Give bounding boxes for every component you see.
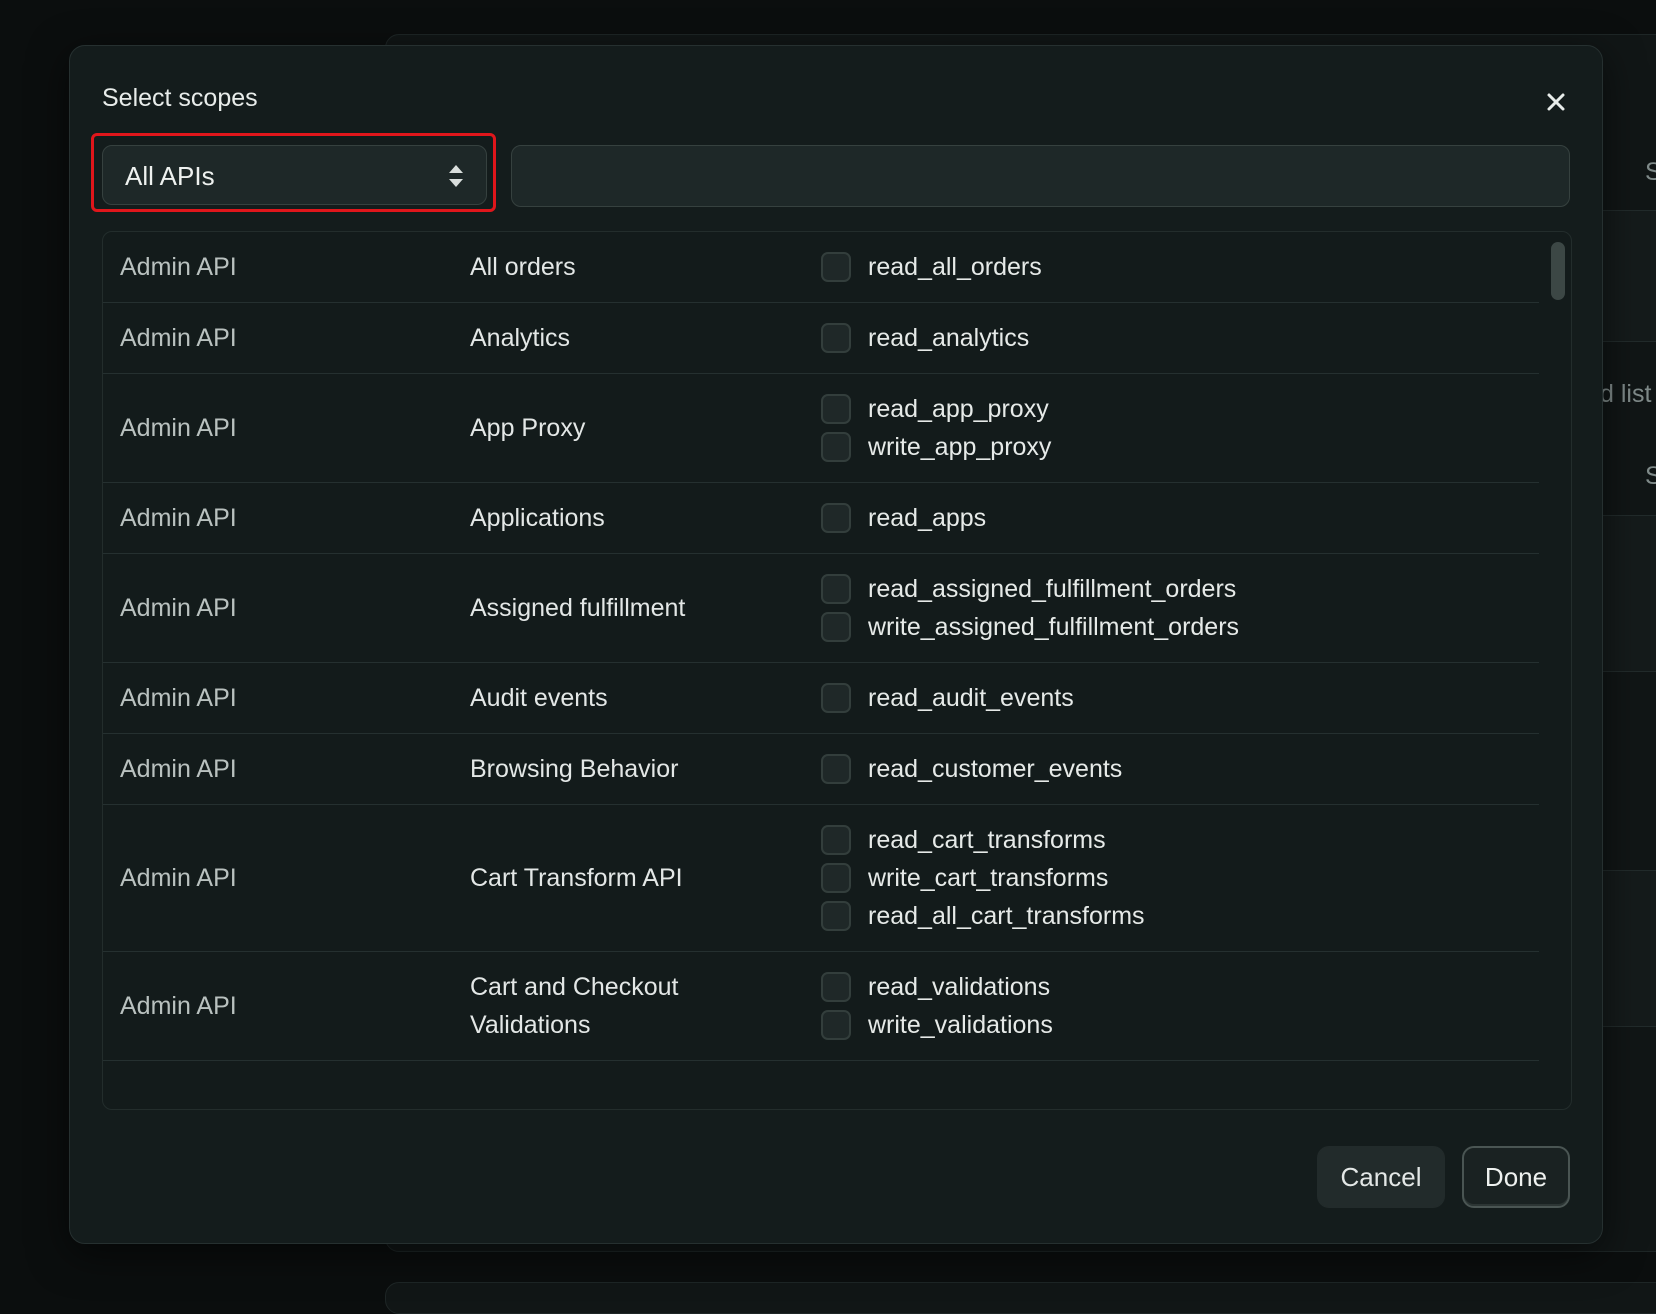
scope-checkbox[interactable] [821, 574, 851, 604]
scope-list: read_assigned_fulfillment_orders write_as… [821, 570, 1239, 646]
table-row: Admin API Applications read_apps [103, 483, 1539, 554]
api-cell: Admin API [120, 683, 237, 712]
scope-label: read_assigned_fulfillment_orders [868, 574, 1237, 603]
scope-option[interactable]: read_assigned_fulfillment_orders [821, 570, 1239, 608]
scope-group-name: Audit events [470, 684, 608, 712]
scope-option[interactable]: read_analytics [821, 319, 1029, 357]
table-row: Admin API Browsing Behavior read_customer_… [103, 734, 1539, 805]
scope-list: read_app_proxy write_app_proxy [821, 390, 1051, 466]
scopes-table: Admin API All orders read_all_orders Admin … [102, 231, 1572, 1110]
scope-label: read_apps [868, 503, 987, 532]
table-row: Admin API Assigned fulfillment read_assign… [103, 554, 1539, 663]
scope-option[interactable]: write_assigned_fulfillment_orders [821, 608, 1239, 646]
scope-group-name: Analytics [470, 324, 571, 352]
background-text: S [1645, 158, 1656, 186]
background-card [1600, 515, 1656, 672]
background-card [1600, 870, 1656, 1027]
scope-label: read_customer_events [868, 754, 1123, 783]
scope-group-name: Cart and Checkout Validations [470, 973, 679, 1039]
scope-group-name: Cart Transform API [470, 864, 683, 892]
scope-list: read_cart_transforms write_cart_transform… [821, 821, 1145, 935]
api-cell: Admin API [120, 991, 237, 1020]
scope-option[interactable]: read_cart_transforms [821, 821, 1145, 859]
scope-checkbox[interactable] [821, 683, 851, 713]
api-cell: Admin API [120, 252, 237, 281]
api-cell: Admin API [120, 754, 237, 783]
scopes-table-body: Admin API All orders read_all_orders Admin … [103, 232, 1539, 1061]
background-page-lower [385, 1282, 1656, 1314]
scope-checkbox[interactable] [821, 612, 851, 642]
scope-option[interactable]: read_all_orders [821, 248, 1042, 286]
scope-checkbox[interactable] [821, 901, 851, 931]
scope-checkbox[interactable] [821, 754, 851, 784]
scope-option[interactable]: write_app_proxy [821, 428, 1051, 466]
scope-search-input[interactable] [511, 145, 1570, 207]
scope-label: read_cart_transforms [868, 825, 1106, 854]
api-cell: Admin API [120, 413, 237, 442]
up-down-arrows-icon [449, 165, 463, 187]
scope-label: write_app_proxy [868, 432, 1052, 461]
scope-option[interactable]: read_all_cart_transforms [821, 897, 1145, 935]
scope-label: read_analytics [868, 323, 1030, 352]
scope-list: read_apps [821, 499, 986, 537]
table-row: Admin API Audit events read_audit_events [103, 663, 1539, 734]
scope-checkbox[interactable] [821, 394, 851, 424]
scope-group-name: App Proxy [470, 414, 586, 442]
scope-label: read_app_proxy [868, 394, 1049, 423]
table-row: Admin API Analytics read_analytics [103, 303, 1539, 374]
scope-checkbox[interactable] [821, 825, 851, 855]
scope-option[interactable]: read_customer_events [821, 750, 1122, 788]
scope-label: write_assigned_fulfillment_orders [868, 612, 1240, 641]
api-cell: Admin API [120, 503, 237, 532]
scope-group-name: Assigned fulfillment [470, 594, 686, 622]
scope-option[interactable]: read_validations [821, 968, 1053, 1006]
scope-label: read_all_orders [868, 252, 1042, 281]
scope-checkbox[interactable] [821, 972, 851, 1002]
scope-label: read_all_cart_transforms [868, 901, 1145, 930]
scope-option[interactable]: write_validations [821, 1006, 1053, 1044]
scope-option[interactable]: read_apps [821, 499, 986, 537]
table-row: Admin API App Proxy read_app_proxy write_ap… [103, 374, 1539, 483]
table-row: Admin API All orders read_all_orders [103, 232, 1539, 303]
api-cell: Admin API [120, 323, 237, 352]
table-row: Admin API Cart and Checkout Validations re… [103, 952, 1539, 1061]
scope-group-name: All orders [470, 253, 576, 281]
modal-title: Select scopes [102, 84, 258, 112]
cancel-button[interactable]: Cancel [1317, 1146, 1445, 1208]
background-card [1600, 210, 1656, 342]
select-scopes-modal: Select scopes All APIs Admin API All orde… [69, 45, 1603, 1244]
scope-checkbox[interactable] [821, 252, 851, 282]
scope-checkbox[interactable] [821, 503, 851, 533]
scope-option[interactable]: read_audit_events [821, 679, 1074, 717]
close-button[interactable] [1540, 86, 1572, 118]
close-icon [1547, 93, 1565, 111]
scope-option[interactable]: read_app_proxy [821, 390, 1051, 428]
scope-label: write_validations [868, 1010, 1053, 1039]
scrollbar-thumb[interactable] [1551, 242, 1565, 300]
api-filter-select-value: All APIs [125, 161, 215, 191]
background-text: S [1645, 462, 1656, 490]
scope-list: read_validations write_validations [821, 968, 1053, 1044]
api-cell: Admin API [120, 593, 237, 622]
scope-checkbox[interactable] [821, 323, 851, 353]
api-filter-select[interactable]: All APIs [102, 145, 487, 205]
scope-list: read_audit_events [821, 679, 1074, 717]
scope-list: read_customer_events [821, 750, 1122, 788]
scope-group-name: Browsing Behavior [470, 755, 679, 783]
scope-label: read_audit_events [868, 683, 1074, 712]
scope-list: read_all_orders [821, 248, 1042, 286]
scope-checkbox[interactable] [821, 1010, 851, 1040]
table-row: Admin API Cart Transform API read_cart_tra… [103, 805, 1539, 952]
done-button[interactable]: Done [1462, 1146, 1570, 1208]
scope-checkbox[interactable] [821, 863, 851, 893]
api-cell: Admin API [120, 863, 237, 892]
scope-group-name: Applications [470, 504, 605, 532]
scope-option[interactable]: write_cart_transforms [821, 859, 1145, 897]
scope-label: write_cart_transforms [868, 863, 1109, 892]
background-text: d list [1600, 380, 1652, 408]
scope-label: read_validations [868, 972, 1051, 1001]
scope-list: read_analytics [821, 319, 1029, 357]
scope-checkbox[interactable] [821, 432, 851, 462]
